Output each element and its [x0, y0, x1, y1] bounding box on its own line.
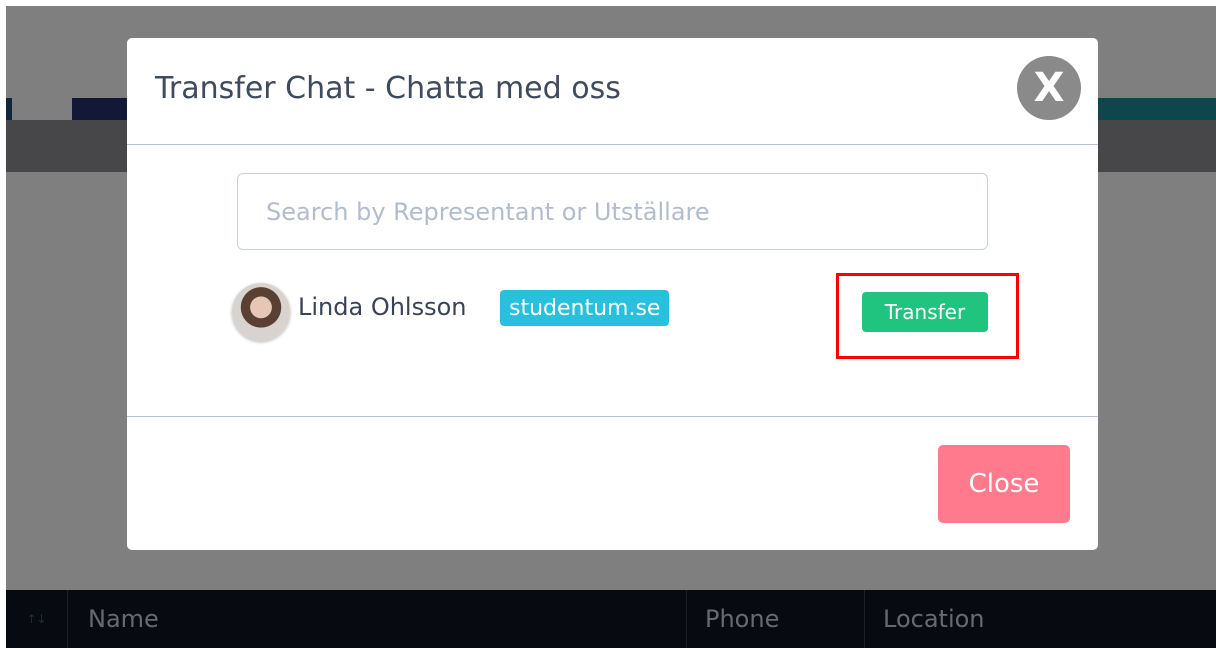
modal-header: Transfer Chat - Chatta med oss X	[127, 38, 1098, 145]
search-input[interactable]	[237, 173, 988, 250]
close-icon[interactable]: X	[1017, 56, 1081, 120]
company-badge: studentum.se	[500, 290, 670, 326]
page: ↑↓ Name Phone Location Transfer Chat - C…	[0, 0, 1216, 648]
close-button[interactable]: Close	[938, 445, 1070, 523]
modal-title: Transfer Chat - Chatta med oss	[155, 71, 621, 106]
divider	[127, 416, 1098, 417]
representative-name: Linda Ohlsson	[298, 293, 467, 321]
transfer-button[interactable]: Transfer	[862, 292, 988, 332]
avatar	[232, 283, 290, 341]
transfer-chat-modal: Transfer Chat - Chatta med oss X Linda O…	[127, 38, 1098, 550]
